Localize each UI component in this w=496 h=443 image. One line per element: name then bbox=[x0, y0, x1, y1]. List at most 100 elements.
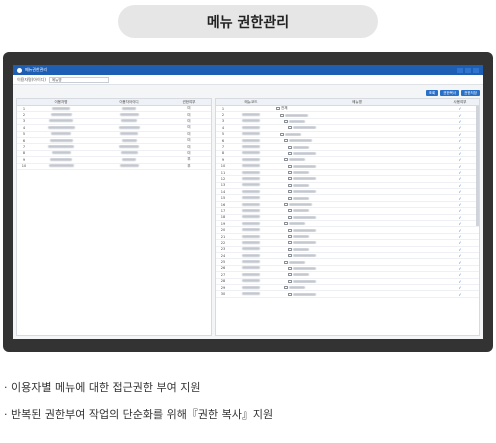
use-checkbox[interactable]: ✓ bbox=[442, 164, 478, 169]
user-id-cell bbox=[91, 119, 167, 123]
row-number: 25 bbox=[220, 260, 226, 265]
search-button[interactable]: 조회 bbox=[425, 90, 439, 96]
use-checkbox[interactable]: ✓ bbox=[442, 285, 478, 290]
menu-name-cell[interactable] bbox=[272, 209, 442, 213]
copy-permission-button[interactable]: 권한복사 bbox=[440, 90, 460, 96]
permission-cell: 미 bbox=[187, 125, 191, 130]
menu-code-cell bbox=[230, 189, 272, 194]
menu-name-cell[interactable] bbox=[272, 171, 442, 175]
menu-name-cell[interactable] bbox=[272, 151, 442, 155]
use-checkbox[interactable]: ✓ bbox=[442, 113, 478, 118]
use-checkbox[interactable]: ✓ bbox=[442, 260, 478, 265]
use-checkbox[interactable]: ✓ bbox=[442, 183, 478, 188]
use-checkbox[interactable]: ✓ bbox=[442, 170, 478, 175]
use-checkbox[interactable]: ✓ bbox=[442, 151, 478, 156]
row-number: 8 bbox=[221, 151, 225, 156]
use-checkbox[interactable]: ✓ bbox=[442, 279, 478, 284]
user-list-panel: 이용자명 이용자아이디 권한여부 1 미 2 미 3 미 4 미 5 미 6 미 7 미 8 미 9 부 10 부 bbox=[16, 98, 212, 336]
use-checkbox[interactable]: ✓ bbox=[442, 132, 478, 137]
check-icon: ✓ bbox=[458, 246, 462, 252]
save-permission-button[interactable]: 권한저장 bbox=[461, 90, 480, 96]
use-checkbox[interactable]: ✓ bbox=[442, 266, 478, 271]
close-icon[interactable] bbox=[473, 67, 479, 73]
check-icon: ✓ bbox=[458, 240, 462, 246]
menu-code-cell bbox=[230, 202, 272, 207]
row-number: 28 bbox=[220, 279, 226, 284]
menu-code-cell bbox=[230, 164, 272, 168]
col-use: 사용여부 bbox=[453, 100, 467, 104]
use-checkbox[interactable]: ✓ bbox=[442, 221, 478, 226]
check-icon: ✓ bbox=[458, 272, 462, 278]
minimize-icon[interactable] bbox=[457, 67, 463, 73]
use-checkbox[interactable]: ✓ bbox=[442, 106, 478, 111]
menu-search-input[interactable]: 메뉴명 bbox=[48, 76, 109, 83]
use-checkbox[interactable]: ✓ bbox=[442, 189, 478, 194]
menu-name-cell[interactable] bbox=[272, 132, 442, 136]
menu-name-cell[interactable] bbox=[272, 113, 442, 117]
menu-name-cell[interactable] bbox=[272, 247, 442, 251]
menu-name-cell[interactable] bbox=[272, 203, 442, 207]
menu-name-cell[interactable] bbox=[272, 279, 442, 283]
menu-name-cell[interactable] bbox=[272, 158, 442, 162]
table-row[interactable]: 30 ✓ bbox=[216, 291, 479, 298]
permission-cell: 부 bbox=[187, 163, 191, 168]
menu-name-cell[interactable] bbox=[272, 228, 442, 232]
check-icon: ✓ bbox=[458, 227, 462, 233]
use-checkbox[interactable]: ✓ bbox=[442, 272, 478, 277]
menu-name-cell[interactable] bbox=[272, 215, 442, 219]
menu-scrollbar[interactable] bbox=[476, 106, 479, 226]
row-number: 2 bbox=[221, 113, 225, 118]
use-checkbox[interactable]: ✓ bbox=[442, 247, 478, 252]
check-icon: ✓ bbox=[458, 259, 462, 265]
row-number: 1 bbox=[221, 106, 225, 111]
menu-name-cell[interactable] bbox=[272, 164, 442, 168]
menu-name-cell[interactable] bbox=[272, 145, 442, 149]
maximize-icon[interactable] bbox=[465, 67, 471, 73]
menu-name-cell[interactable] bbox=[272, 286, 442, 290]
use-checkbox[interactable]: ✓ bbox=[442, 202, 478, 207]
window-title: 메뉴권한관리 bbox=[25, 67, 48, 72]
menu-name-cell[interactable] bbox=[272, 260, 442, 264]
menu-name-cell[interactable] bbox=[272, 235, 442, 238]
use-checkbox[interactable]: ✓ bbox=[442, 253, 478, 258]
folder-icon bbox=[284, 158, 288, 162]
use-checkbox[interactable]: ✓ bbox=[442, 138, 478, 143]
row-number: 7 bbox=[22, 145, 26, 150]
use-checkbox[interactable]: ✓ bbox=[442, 125, 478, 130]
menu-name-cell[interactable] bbox=[272, 177, 442, 181]
menu-name-cell[interactable] bbox=[272, 126, 442, 130]
use-checkbox[interactable]: ✓ bbox=[442, 292, 478, 297]
use-checkbox[interactable]: ✓ bbox=[442, 119, 478, 124]
folder-icon bbox=[288, 145, 292, 149]
menu-name-cell[interactable] bbox=[272, 139, 442, 143]
use-checkbox[interactable]: ✓ bbox=[442, 208, 478, 213]
menu-name-cell[interactable] bbox=[272, 119, 442, 123]
use-checkbox[interactable]: ✓ bbox=[442, 234, 478, 239]
menu-name-cell[interactable] bbox=[272, 190, 442, 194]
menu-name-cell[interactable] bbox=[272, 241, 442, 245]
menu-name-cell[interactable] bbox=[272, 196, 442, 200]
folder-icon bbox=[284, 119, 288, 123]
menu-name-cell[interactable] bbox=[272, 266, 442, 270]
use-checkbox[interactable]: ✓ bbox=[442, 240, 478, 245]
table-row[interactable]: 10 부 bbox=[17, 164, 211, 170]
menu-name-cell[interactable] bbox=[272, 254, 442, 258]
menu-name-cell[interactable]: 전체 bbox=[272, 106, 442, 111]
menu-code-cell bbox=[230, 113, 272, 117]
use-checkbox[interactable]: ✓ bbox=[442, 157, 478, 162]
menu-name-cell[interactable] bbox=[272, 292, 442, 296]
use-checkbox[interactable]: ✓ bbox=[442, 145, 478, 150]
check-icon: ✓ bbox=[458, 118, 462, 124]
use-checkbox[interactable]: ✓ bbox=[442, 176, 478, 181]
tree-root-label: 전체 bbox=[281, 106, 288, 111]
menu-name-cell[interactable] bbox=[272, 222, 442, 226]
menu-name-cell[interactable] bbox=[272, 273, 442, 277]
check-icon: ✓ bbox=[458, 221, 462, 227]
menu-code-cell bbox=[230, 157, 272, 162]
use-checkbox[interactable]: ✓ bbox=[442, 228, 478, 233]
menu-name-cell[interactable] bbox=[272, 183, 442, 187]
row-number: 7 bbox=[221, 145, 225, 150]
use-checkbox[interactable]: ✓ bbox=[442, 215, 478, 220]
row-number: 22 bbox=[220, 240, 226, 245]
use-checkbox[interactable]: ✓ bbox=[442, 196, 478, 201]
